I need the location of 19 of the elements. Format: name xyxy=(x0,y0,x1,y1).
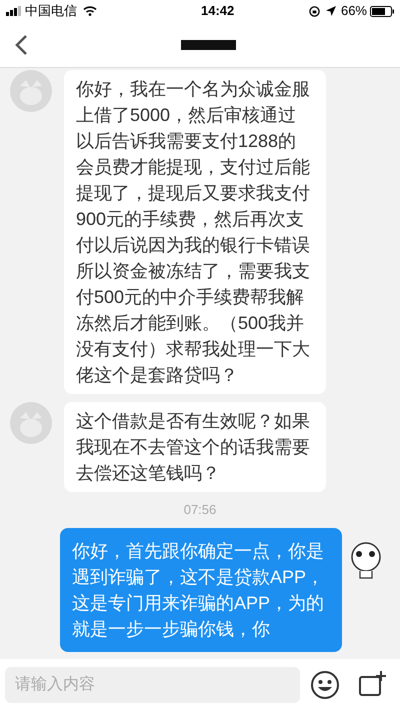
redacted-title-bar xyxy=(181,40,236,50)
avatar xyxy=(10,402,52,444)
battery-icon xyxy=(370,6,394,16)
back-icon[interactable] xyxy=(14,34,28,56)
location-arrow-icon xyxy=(326,6,336,16)
timestamp: 07:56 xyxy=(184,501,216,519)
wifi-icon xyxy=(83,6,97,16)
message-bubble: 这个借款是否有生效呢？如果我现在不去管这个的话我需要去偿还这笔钱吗？ xyxy=(64,402,326,492)
avatar xyxy=(10,70,52,112)
clock-time: 14:42 xyxy=(201,2,234,20)
message-input-field[interactable]: 请输入内容 xyxy=(5,667,300,703)
emoji-icon[interactable] xyxy=(310,670,340,700)
signal-icon xyxy=(6,6,22,16)
rotation-lock-icon xyxy=(308,6,320,16)
message-bubble: 你好，首先跟你确定一点，你是遇到诈骗了，这不是贷款APP，这是专门用来诈骗的APP，为的就是一步一步骗你钱，你 xyxy=(60,528,342,652)
carrier-name: 中国电信 xyxy=(25,2,77,20)
add-image-icon[interactable] xyxy=(358,671,386,699)
message-bubble: 你好，我在一个名为众诚金服上借了5000，然后审核通过以后告诉我需要支付1288的会员费才能提现，支付过后能提现了，提现后又要求我支付900元的手续费，然后再次支付以后说因为我的银行卡错误所以资金被冻结了，需要我支付500元的中介手续费帮我解冻然后才能到账。（500我并没有支付）求帮我处理一下大佬这个是套路贷吗？ xyxy=(64,70,326,394)
battery-percent: 66% xyxy=(340,2,367,20)
